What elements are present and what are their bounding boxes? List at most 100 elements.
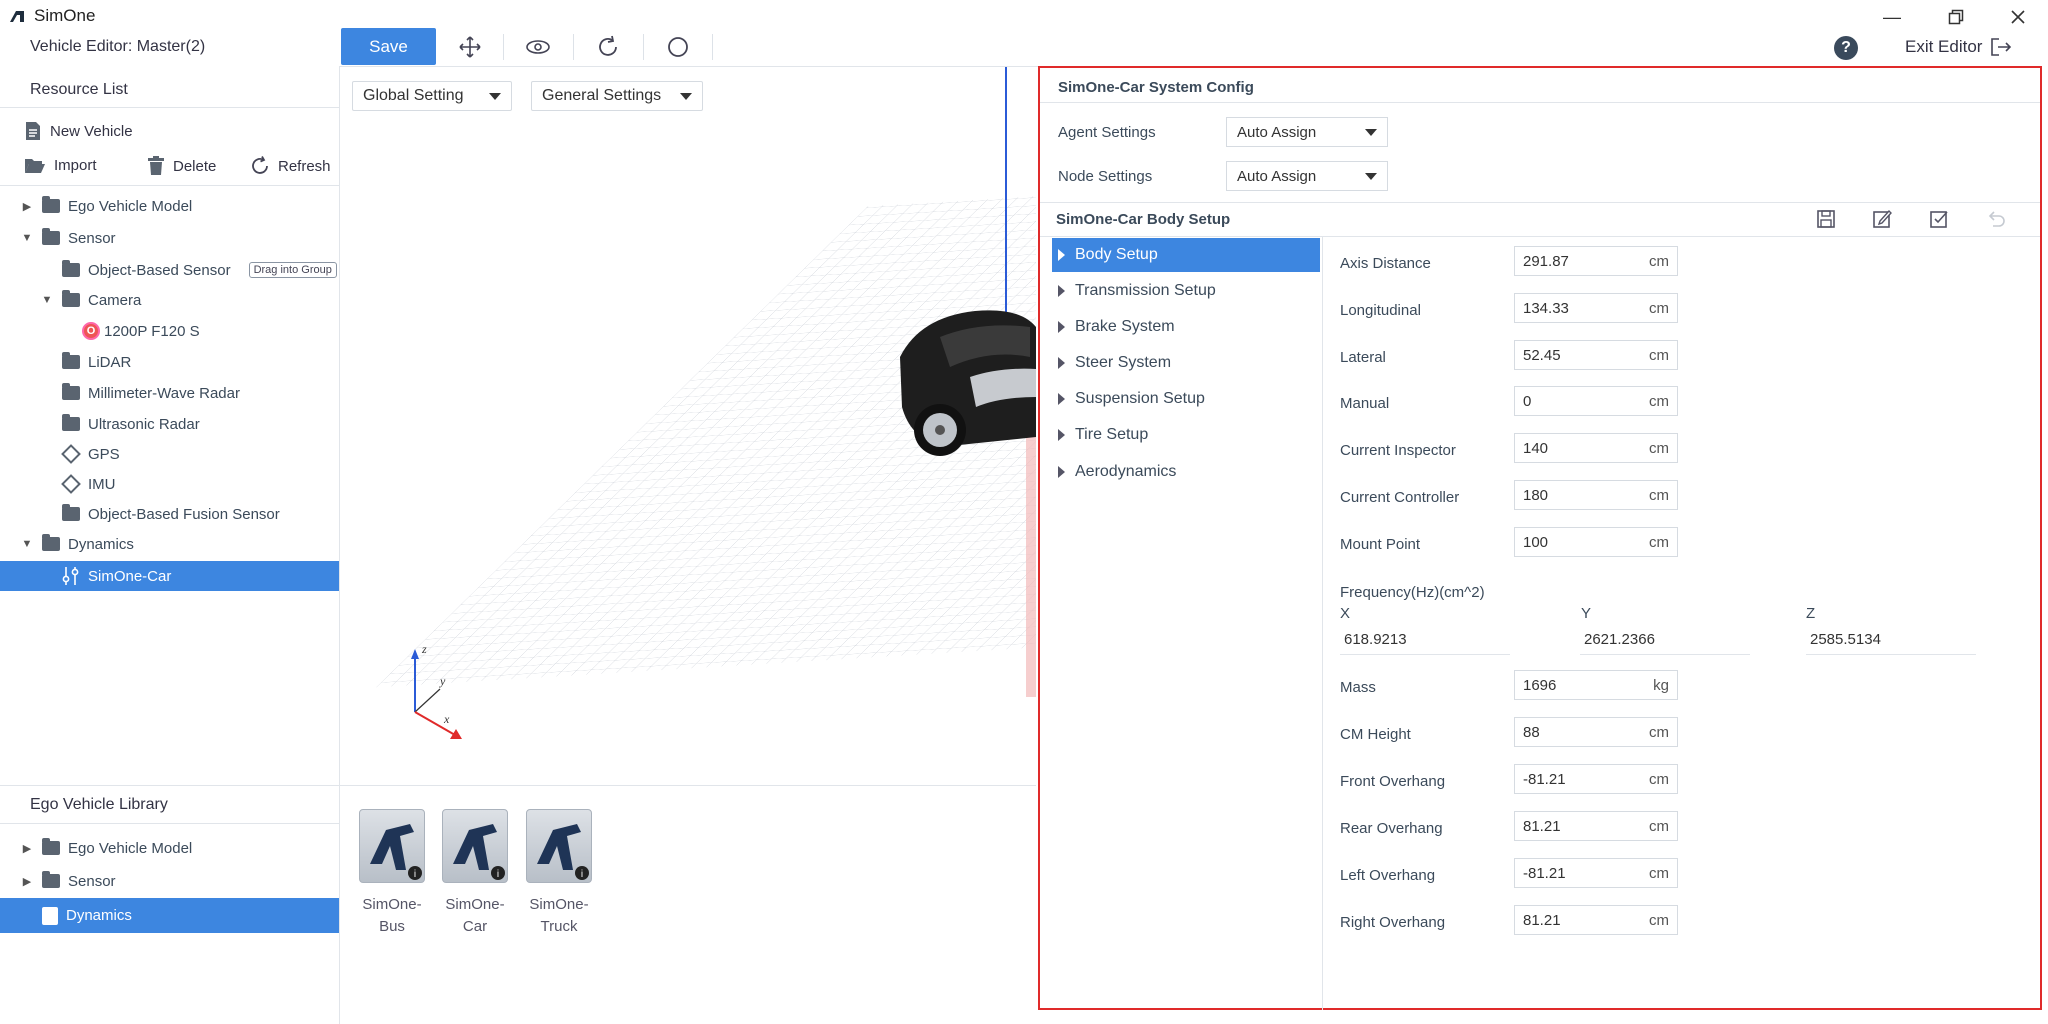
exit-icon	[1991, 38, 2012, 56]
library-item-sensor[interactable]: ▶ Sensor	[0, 867, 339, 895]
nav-body-setup[interactable]: Body Setup	[1052, 238, 1320, 272]
minimize-button[interactable]: —	[1876, 4, 1908, 30]
tree-item-ultrasonic-radar[interactable]: Ultrasonic Radar	[0, 410, 339, 438]
delete-button[interactable]: Delete	[147, 156, 216, 176]
frequency-x-input[interactable]: 618.9213	[1340, 629, 1510, 655]
tree-item-lidar[interactable]: LiDAR	[0, 348, 339, 376]
cm-height-input[interactable]: 88 cm	[1514, 717, 1678, 747]
vehicle-model-icon: i	[453, 824, 505, 880]
front-overhang-input[interactable]: -81.21 cm	[1514, 764, 1678, 794]
nav-aerodynamics[interactable]: Aerodynamics	[1052, 455, 1320, 489]
circle-tool-button[interactable]	[663, 33, 693, 61]
new-vehicle-button[interactable]: New Vehicle	[24, 121, 133, 141]
exit-editor-button[interactable]: Exit Editor	[1905, 37, 2012, 57]
save-icon[interactable]	[1815, 208, 1837, 230]
axis-distance-input[interactable]: 291.87 cm	[1514, 246, 1678, 276]
vehicle-model-3d[interactable]	[880, 297, 1036, 487]
tree-label: Dynamics	[66, 907, 132, 924]
current-inspector-label: Current Inspector	[1340, 442, 1456, 459]
restore-button[interactable]	[1940, 4, 1972, 30]
folder-icon	[42, 196, 60, 213]
library-card-bus[interactable]: i	[359, 809, 425, 883]
tree-label: LiDAR	[88, 353, 132, 371]
frequency-y-input[interactable]: 2621.2366	[1580, 629, 1750, 655]
edit-check-icon[interactable]	[1928, 208, 1950, 230]
field-unit: cm	[1649, 817, 1669, 835]
save-button[interactable]: Save	[341, 28, 436, 65]
nav-label: Tire Setup	[1075, 426, 1149, 443]
frequency-z-input[interactable]: 2585.5134	[1806, 629, 1976, 655]
system-config-title: SimOne-Car System Config	[1058, 79, 1254, 96]
current-inspector-input[interactable]: 140 cm	[1514, 433, 1678, 463]
mass-input[interactable]: 1696 kg	[1514, 670, 1678, 700]
dropdown-value: Global Setting	[363, 87, 464, 104]
edit-icon[interactable]	[1871, 208, 1893, 230]
tree-item-object-based-sensor[interactable]: Object-Based Sensor Drag into Group	[0, 256, 339, 284]
close-window-button[interactable]	[2002, 4, 2034, 30]
close-icon	[2011, 10, 2025, 24]
refresh-label: Refresh	[278, 157, 331, 175]
circle-icon	[668, 37, 688, 57]
library-item-ego-vehicle-model[interactable]: ▶ Ego Vehicle Model	[0, 834, 339, 862]
node-settings-select[interactable]: Auto Assign	[1226, 161, 1388, 191]
general-settings-dropdown[interactable]: General Settings	[531, 81, 703, 111]
lateral-input[interactable]: 52.45 cm	[1514, 340, 1678, 370]
toolbar-separator	[643, 34, 644, 60]
agent-settings-select[interactable]: Auto Assign	[1226, 117, 1388, 147]
tree-item-simone-car[interactable]: SimOne-Car	[0, 561, 339, 591]
rotate-button[interactable]	[593, 33, 623, 61]
field-value: 52.45	[1523, 346, 1561, 364]
field-value: 88	[1523, 723, 1540, 741]
drag-into-group-badge[interactable]: Drag into Group	[248, 262, 337, 278]
tree-item-fusion-sensor[interactable]: Object-Based Fusion Sensor	[0, 500, 339, 528]
left-overhang-input[interactable]: -81.21 cm	[1514, 858, 1678, 888]
svg-text:i: i	[497, 869, 499, 880]
library-item-dynamics[interactable]: Dynamics	[0, 898, 339, 933]
orbit-view-button[interactable]	[523, 33, 553, 61]
caret-right-icon	[1058, 321, 1065, 333]
library-card-car[interactable]: i	[442, 809, 508, 883]
tree-item-ego-vehicle-model[interactable]: ▶ Ego Vehicle Model	[0, 192, 339, 220]
rear-overhang-input[interactable]: 81.21 cm	[1514, 811, 1678, 841]
manual-input[interactable]: 0 cm	[1514, 386, 1678, 416]
tree-item-mmw-radar[interactable]: Millimeter-Wave Radar	[0, 379, 339, 407]
nav-divider	[1322, 237, 1323, 1010]
body-setup-top-divider	[1040, 202, 2040, 203]
library-card-truck[interactable]: i	[526, 809, 592, 883]
longitudinal-input[interactable]: 134.33 cm	[1514, 293, 1678, 323]
caret-down-icon: ▼	[41, 294, 53, 306]
tree-item-sensor[interactable]: ▼ Sensor	[0, 224, 339, 252]
move-tool-button[interactable]	[455, 33, 485, 61]
axis-gizmo: z y x	[411, 642, 462, 739]
tree-item-imu[interactable]: IMU	[0, 470, 339, 498]
undo-icon[interactable]	[1985, 208, 2007, 230]
3d-viewport[interactable]: z y x Global Setting General Settings	[340, 67, 1036, 785]
caret-right-icon	[1058, 466, 1065, 478]
nav-transmission-setup[interactable]: Transmission Setup	[1052, 274, 1320, 308]
mount-point-input[interactable]: 100 cm	[1514, 527, 1678, 557]
field-unit: cm	[1649, 911, 1669, 929]
tree-item-camera[interactable]: ▼ Camera	[0, 286, 339, 314]
mount-point-label: Mount Point	[1340, 536, 1421, 553]
app-title: SimOne	[34, 6, 96, 25]
chevron-down-icon	[1365, 172, 1377, 180]
current-controller-input[interactable]: 180 cm	[1514, 480, 1678, 510]
global-setting-dropdown[interactable]: Global Setting	[352, 81, 512, 111]
vehicle-model-icon: i	[370, 824, 422, 880]
field-value: 81.21	[1523, 911, 1561, 929]
tree-item-dynamics[interactable]: ▼ Dynamics	[0, 530, 339, 558]
nav-suspension-setup[interactable]: Suspension Setup	[1052, 382, 1320, 416]
nav-steer-system[interactable]: Steer System	[1052, 346, 1320, 380]
tree-item-gps[interactable]: GPS	[0, 440, 339, 468]
tree-item-camera-1200p[interactable]: O 1200P F120 S	[0, 317, 339, 345]
right-overhang-input[interactable]: 81.21 cm	[1514, 905, 1678, 935]
tree-label: Object-Based Sensor	[88, 261, 231, 279]
folder-open-icon	[42, 534, 60, 551]
frequency-z-label: Z	[1806, 605, 1816, 622]
nav-brake-system[interactable]: Brake System	[1052, 310, 1320, 344]
help-icon[interactable]: ?	[1834, 36, 1858, 60]
refresh-button[interactable]: Refresh	[250, 156, 331, 176]
nav-tire-setup[interactable]: Tire Setup	[1052, 418, 1320, 452]
folder-icon	[62, 352, 80, 369]
import-button[interactable]: Import	[24, 156, 97, 174]
